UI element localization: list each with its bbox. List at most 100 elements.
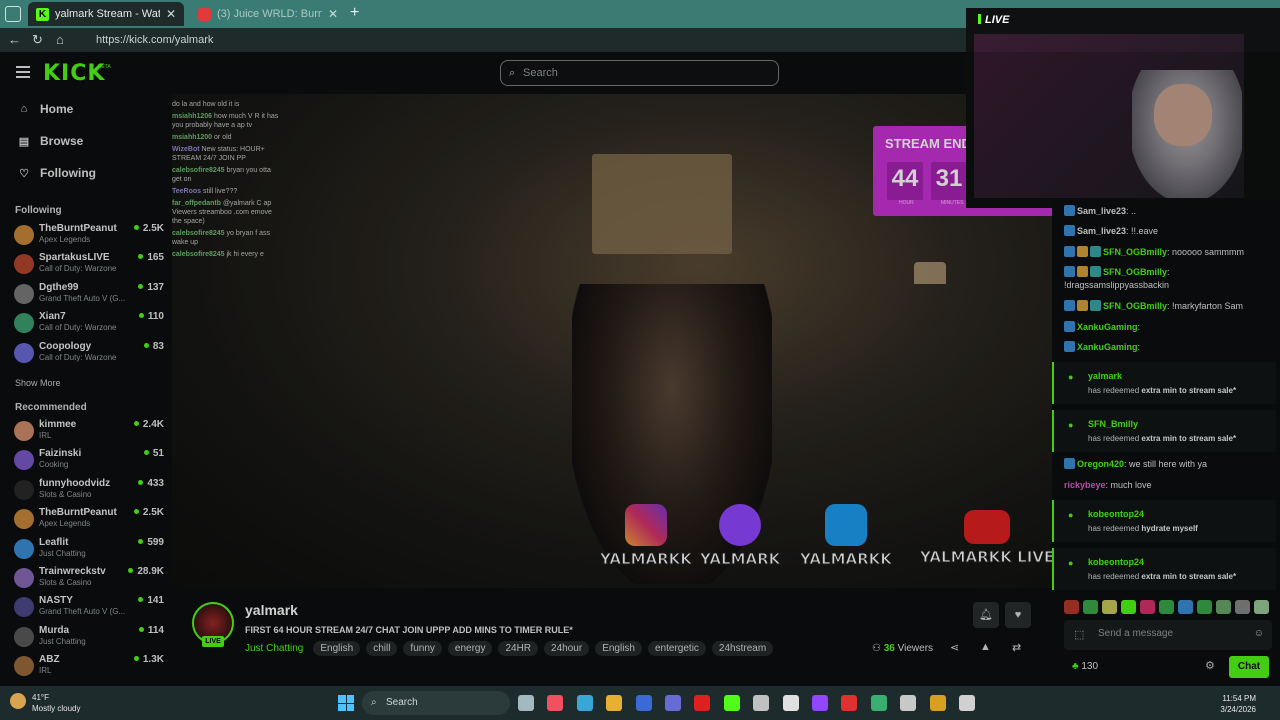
stream-tag[interactable]: 24hour	[544, 641, 590, 656]
stream-tag[interactable]: 24hstream	[711, 641, 774, 656]
search-input[interactable]: ⌕ Search	[500, 60, 779, 86]
emote-icon[interactable]	[1197, 600, 1212, 614]
video-player[interactable]: do la and how old it is msiahh1206 how mu…	[172, 94, 1052, 588]
stream-tag[interactable]: chill	[366, 641, 398, 656]
sidebar-channel[interactable]: Leaflit Just Chatting 599	[14, 536, 164, 564]
emoji-icon[interactable]: ☺	[1254, 628, 1264, 639]
taskbar-app-icon[interactable]	[959, 695, 975, 711]
taskbar-app-icon[interactable]	[812, 695, 828, 711]
redeem-user[interactable]: yalmark	[1088, 371, 1122, 381]
taskbar-app-icon[interactable]	[665, 695, 681, 711]
channel-points[interactable]: ♣ 130	[1072, 661, 1098, 672]
chat-username[interactable]: XankuGaming	[1077, 342, 1138, 352]
share-icon[interactable]: ⋖	[950, 641, 959, 654]
redeem-user[interactable]: kobeontop24	[1088, 557, 1144, 567]
taskbar-app-icon[interactable]	[753, 695, 770, 711]
chat-username[interactable]: rickybeye	[1064, 480, 1106, 490]
chat-username[interactable]: SFN_OGBmilly	[1103, 247, 1167, 257]
taskbar-search[interactable]: ⌕ Search	[362, 691, 510, 715]
close-tab-icon[interactable]: ✕	[166, 7, 176, 21]
emote-icon[interactable]	[1102, 600, 1117, 614]
sidebar-channel[interactable]: SpartakusLIVE Call of Duty: Warzone 165	[14, 251, 164, 279]
sidebar-channel[interactable]: TheBurntPeanut Apex Legends 2.5K	[14, 506, 164, 534]
sidebar-channel[interactable]: ABZ IRL 1.3K	[14, 653, 164, 681]
taskbar-app-icon[interactable]	[870, 695, 887, 711]
taskbar-app-icon[interactable]	[635, 695, 652, 711]
taskbar-app-icon[interactable]	[782, 695, 799, 711]
emote-icon[interactable]	[1121, 600, 1136, 614]
emote-icon[interactable]	[1235, 600, 1250, 614]
stream-tag[interactable]: English	[595, 641, 642, 656]
emote-icon[interactable]	[1159, 600, 1174, 614]
nav-following[interactable]: ♡ Following	[18, 166, 96, 180]
stream-tag[interactable]: energy	[447, 641, 493, 656]
emote-icon[interactable]	[1083, 600, 1098, 614]
tab-youtube[interactable]: (3) Juice WRLD: Burner Freestyle ✕	[190, 2, 346, 26]
emote-icon[interactable]	[1254, 600, 1269, 614]
report-icon[interactable]: ▲	[980, 641, 991, 653]
chat-username[interactable]: Sam_live23	[1077, 226, 1126, 236]
window-menu-icon[interactable]	[5, 6, 21, 22]
chat-username[interactable]: SFN_OGBmilly	[1103, 301, 1167, 311]
recommended-heading: Recommended	[15, 402, 87, 413]
chat-username[interactable]: SFN_OGBmilly	[1103, 267, 1167, 277]
stream-tag[interactable]: funny	[403, 641, 442, 656]
sidebar-channel[interactable]: Dgthe99 Grand Theft Auto V (G... 137	[14, 281, 164, 309]
sidebar-channel[interactable]: kimmee IRL 2.4K	[14, 418, 164, 446]
emote-icon[interactable]	[1216, 600, 1231, 614]
taskbar-app-icon[interactable]	[900, 695, 917, 711]
taskbar-app-icon[interactable]	[547, 695, 564, 711]
sidebar-channel[interactable]: Faizinski Cooking 51	[14, 447, 164, 475]
clock[interactable]: 11:54 PM 3/24/2026	[1220, 693, 1256, 715]
nav-browse[interactable]: ▤ Browse	[18, 134, 84, 148]
gear-icon[interactable]: ⚙	[1205, 659, 1215, 672]
taskbar-app-icon[interactable]	[841, 695, 858, 711]
url-field[interactable]: https://kick.com/yalmark	[84, 31, 964, 49]
menu-icon[interactable]	[16, 66, 30, 81]
send-icon[interactable]: ⬚	[1074, 628, 1084, 641]
stream-tag[interactable]: English	[313, 641, 361, 656]
redeem-user[interactable]: kobeontop24	[1088, 509, 1144, 519]
chat-username[interactable]: XankuGaming	[1077, 322, 1138, 332]
taskbar-app-icon[interactable]	[929, 695, 946, 711]
taskbar-app-icon[interactable]	[606, 695, 623, 711]
stream-tag[interactable]: 24HR	[498, 641, 539, 656]
sidebar-channel[interactable]: Murda Just Chatting 114	[14, 624, 164, 652]
emote-icon[interactable]	[1178, 600, 1193, 614]
streamer-name[interactable]: yalmark	[245, 602, 298, 618]
sidebar-channel[interactable]: Trainwreckstv Slots & Casino 28.9K	[14, 565, 164, 593]
kick-logo[interactable]: KICK	[43, 61, 105, 86]
emote-icon[interactable]	[1064, 600, 1079, 614]
chat-button[interactable]: Chat	[1229, 656, 1269, 678]
bell-icon[interactable]: 🔔︎	[973, 602, 999, 628]
sidebar-channel[interactable]: Xian7 Call of Duty: Warzone 110	[14, 310, 164, 338]
sidebar-channel[interactable]: TheBurntPeanut Apex Legends 2.5K	[14, 222, 164, 250]
taskbar-app-icon[interactable]	[723, 695, 740, 711]
home-page-icon[interactable]: ⌂	[56, 32, 64, 47]
category-link[interactable]: Just Chatting	[245, 643, 303, 654]
taskbar-app-icon[interactable]	[694, 695, 711, 711]
channel-category: Grand Theft Auto V (G...	[39, 607, 126, 617]
nav-home[interactable]: ⌂ Home	[18, 102, 74, 116]
stream-tag[interactable]: entergetic	[648, 641, 706, 656]
emote-icon[interactable]	[1140, 600, 1155, 614]
show-more-link[interactable]: Show More	[15, 378, 61, 388]
chat-username[interactable]: Oregon420	[1077, 459, 1124, 469]
chat-input[interactable]: ⬚ Send a message ☺	[1064, 620, 1272, 650]
sidebar-channel[interactable]: funnyhoodvidz Slots & Casino 433	[14, 477, 164, 505]
close-tab-icon[interactable]: ✕	[328, 7, 338, 21]
windows-start-icon[interactable]	[338, 695, 354, 711]
refresh-icon[interactable]: ↻	[32, 32, 43, 48]
taskbar-app-icon[interactable]	[518, 695, 534, 711]
follow-heart-icon[interactable]: ♥	[1005, 602, 1031, 628]
chat-text: : we still here with ya	[1124, 459, 1208, 469]
redeem-user[interactable]: SFN_Bmilly	[1088, 419, 1138, 429]
sidebar-channel[interactable]: Coopology Call of Duty: Warzone 83	[14, 340, 164, 368]
back-arrow-icon[interactable]: ←	[8, 32, 21, 47]
chat-username[interactable]: Sam_live23	[1077, 206, 1126, 216]
clip-icon[interactable]: ⇄	[1012, 641, 1021, 654]
sidebar-channel[interactable]: NASTY Grand Theft Auto V (G... 141	[14, 594, 164, 622]
tab-kick-yalmark[interactable]: K yalmark Stream - Watch Live on Kick ✕	[28, 2, 184, 26]
new-tab-button[interactable]: +	[350, 4, 359, 22]
taskbar-app-icon[interactable]	[576, 695, 593, 711]
